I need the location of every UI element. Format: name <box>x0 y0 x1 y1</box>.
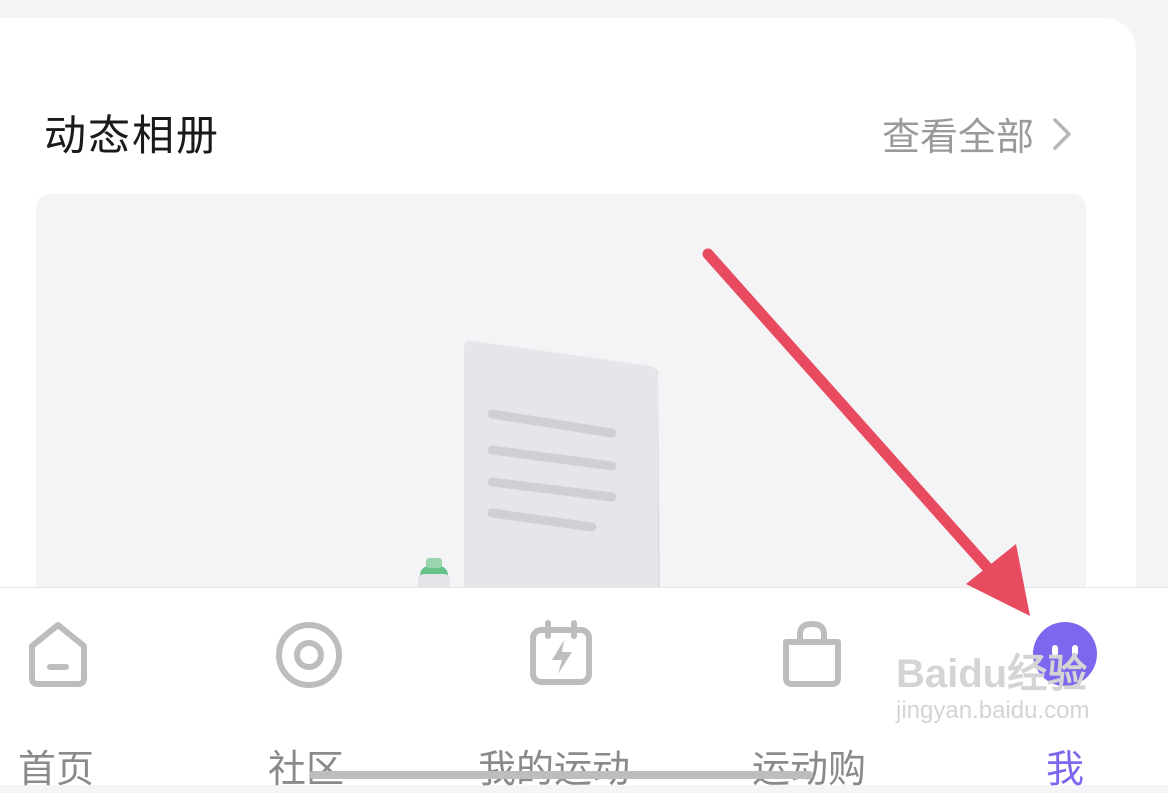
tab-me-label: 我 <box>1046 747 1085 791</box>
document-page <box>464 340 658 614</box>
calendar-bolt-icon <box>530 620 592 685</box>
shopping-bag-icon <box>783 620 841 687</box>
empty-album-area <box>36 194 1086 614</box>
chevron-right-icon <box>1053 117 1071 150</box>
tab-home-label: 首页 <box>18 747 95 791</box>
album-title: 动态相册 <box>44 111 221 160</box>
empty-document-illustration <box>418 340 660 614</box>
tab-community-label: 社区 <box>268 747 345 791</box>
view-all-label: 查看全部 <box>881 115 1034 159</box>
view-all-link[interactable]: 查看全部 <box>882 106 1072 161</box>
watermark-main: Baidu经验 <box>896 652 1088 696</box>
home-icon <box>29 622 87 687</box>
home-indicator <box>309 771 813 779</box>
tab-sport-shop-label: 运动购 <box>752 747 867 791</box>
tab-my-sport-label: 我的运动 <box>478 747 631 791</box>
watermark-sub: jingyan.baidu.com <box>896 697 1090 724</box>
community-icon <box>276 622 342 688</box>
baidu-watermark: Baidu经验 jingyan.baidu.com <box>896 652 1089 726</box>
